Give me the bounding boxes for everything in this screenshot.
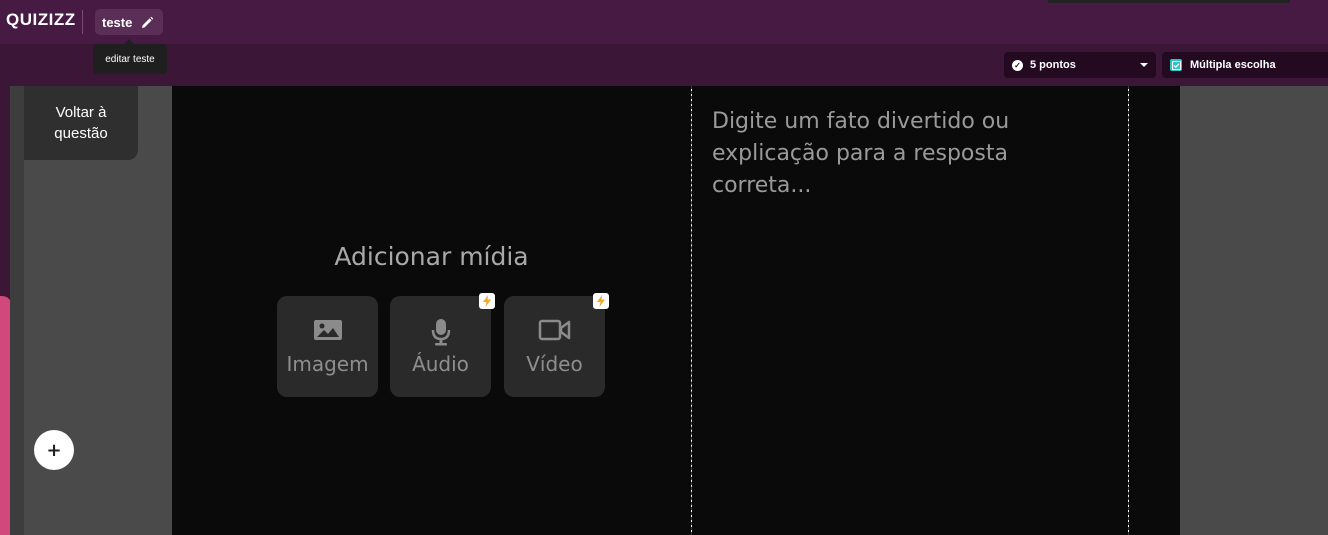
- media-panel: Adicionar mídia Imagem Áudio Vídeo: [172, 86, 691, 535]
- question-type-label: Múltipla escolha: [1190, 59, 1276, 71]
- back-label-line2: questão: [54, 125, 108, 142]
- question-type-dropdown[interactable]: Múltipla escolha: [1162, 52, 1328, 78]
- video-button[interactable]: Vídeo: [504, 293, 609, 397]
- back-to-question-button[interactable]: Voltar à questão: [24, 86, 138, 160]
- video-label: Vídeo: [526, 352, 583, 376]
- check-circle-icon: ✓: [1012, 59, 1023, 71]
- explanation-panel[interactable]: Digite um fato divertido ou explicação p…: [692, 86, 1128, 535]
- audio-label: Áudio: [412, 352, 469, 376]
- quiz-title-button[interactable]: teste: [95, 9, 163, 35]
- chevron-down-icon: [1140, 63, 1148, 67]
- image-button[interactable]: Imagem: [277, 296, 378, 397]
- quiz-title: teste: [102, 14, 133, 30]
- microphone-icon: [390, 318, 491, 346]
- edit-title-tooltip: editar teste: [93, 44, 167, 74]
- header-divider: [82, 10, 83, 34]
- explanation-input[interactable]: Digite um fato divertido ou explicação p…: [712, 106, 1112, 202]
- back-label-line1: Voltar à: [55, 104, 107, 121]
- right-margin: [1129, 86, 1180, 535]
- multiple-choice-icon: [1170, 59, 1182, 71]
- left-inner-border: [10, 86, 24, 535]
- premium-bolt-icon: [593, 293, 609, 309]
- pencil-icon: [140, 15, 154, 29]
- add-button[interactable]: +: [34, 430, 74, 470]
- quizizz-logo[interactable]: QUIZIZZ: [6, 10, 76, 30]
- points-label: 5 pontos: [1030, 59, 1076, 71]
- window-notch: [1048, 0, 1290, 3]
- video-icon: [504, 318, 605, 344]
- image-icon: [277, 318, 378, 344]
- premium-bolt-icon: [479, 293, 495, 309]
- image-label: Imagem: [286, 352, 369, 376]
- add-media-title: Adicionar mídia: [334, 242, 529, 271]
- top-bar: [0, 0, 1328, 44]
- right-backdrop: [1180, 86, 1328, 535]
- points-dropdown[interactable]: ✓ 5 pontos: [1004, 52, 1156, 78]
- audio-button[interactable]: Áudio: [390, 293, 495, 397]
